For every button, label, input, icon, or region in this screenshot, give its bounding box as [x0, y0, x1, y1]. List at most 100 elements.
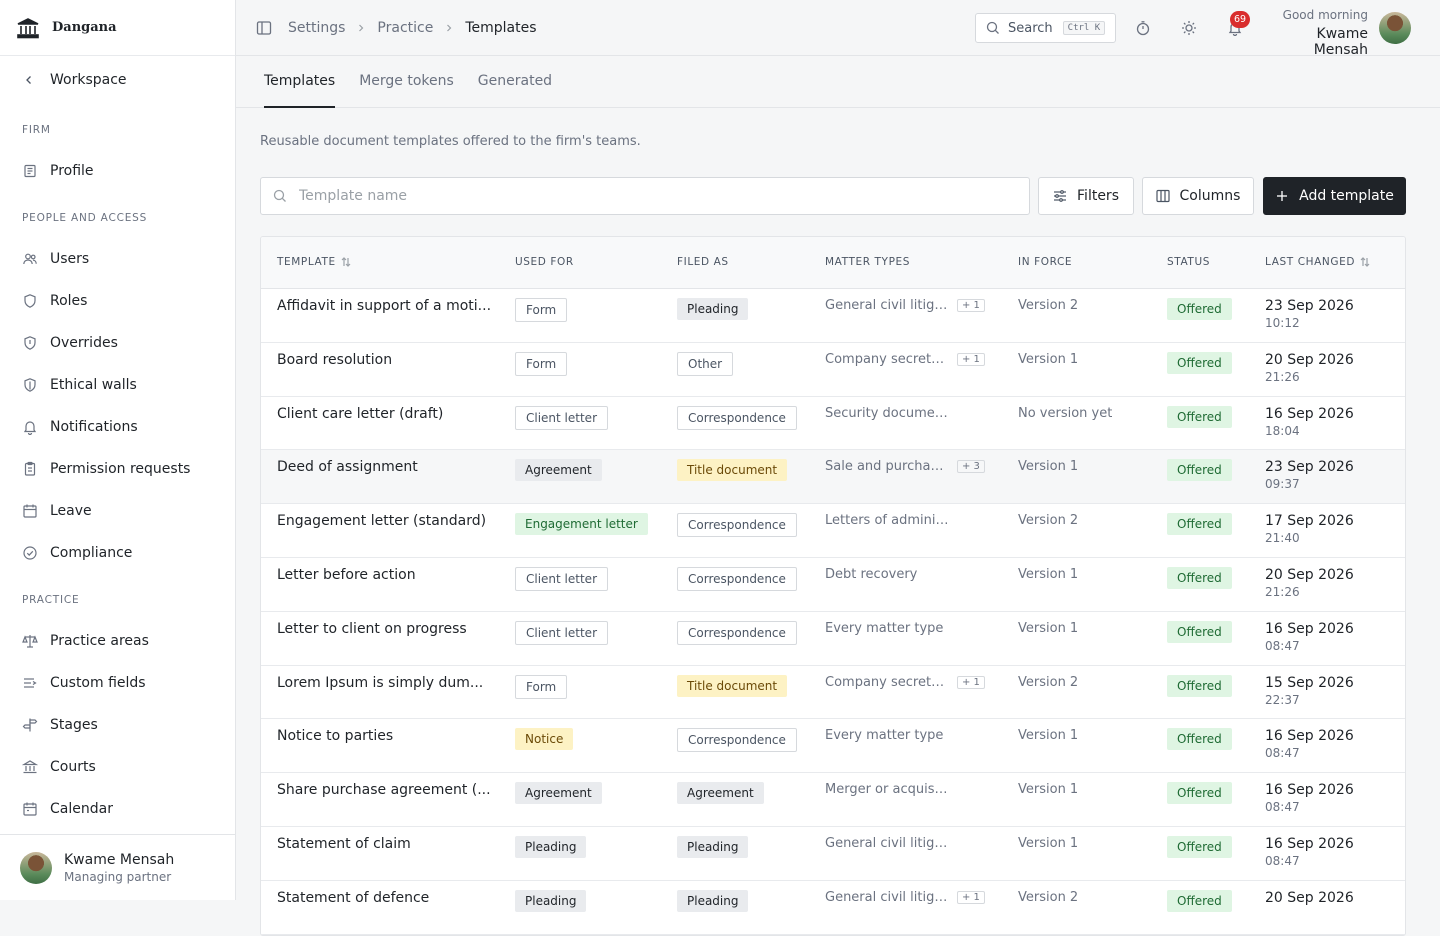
scales-icon — [22, 635, 38, 648]
table-row[interactable]: Letter before action Client letter Corresp… — [261, 558, 1405, 612]
table-row[interactable]: Client care letter (draft) Client letter C… — [261, 397, 1405, 451]
filed-as-cell: Pleading — [677, 835, 749, 858]
filters-button[interactable]: Filters — [1038, 177, 1134, 215]
filters-icon — [1054, 190, 1067, 202]
matter-types-more-badge[interactable]: + 3 — [957, 460, 985, 474]
filed-as-cell: Pleading — [677, 298, 749, 320]
sidebar-item-ethical-walls[interactable]: Ethical walls — [0, 364, 235, 406]
template-name[interactable]: Statement of claim — [277, 836, 492, 852]
used-for-cell: Form — [515, 298, 568, 322]
tab-merge-tokens[interactable]: Merge tokens — [359, 56, 454, 108]
last-changed-date: 16 Sep 2026 — [1265, 620, 1354, 637]
used-for-cell: Pleading — [515, 835, 587, 858]
sidebar-item-overrides[interactable]: Overrides — [0, 322, 235, 364]
filed-as-cell: Title document — [677, 674, 788, 697]
column-header-template[interactable]: TEMPLATE — [277, 256, 351, 268]
status-cell: Offered — [1167, 674, 1232, 697]
template-name[interactable]: Deed of assignment — [277, 459, 492, 475]
sidebar-user[interactable]: Kwame Mensah Managing partner — [0, 834, 235, 900]
table-row[interactable]: Statement of claim Pleading Pleading Genera… — [261, 827, 1405, 881]
sidebar-item-compliance[interactable]: Compliance — [0, 532, 235, 574]
filed-as-badge: Other — [677, 351, 734, 376]
sidebar-item-label: Practice areas — [50, 633, 149, 649]
matter-types-more-badge[interactable]: + 1 — [957, 299, 985, 312]
template-search-input[interactable] — [299, 188, 999, 204]
columns-button[interactable]: Columns — [1142, 177, 1254, 215]
used-for-badge: Form — [515, 674, 568, 699]
matter-types-cell: General civil litigat... + 1 — [825, 298, 985, 313]
sidebar-item-custom-fields[interactable]: Custom fields — [0, 662, 235, 704]
avatar[interactable] — [1379, 12, 1411, 44]
global-search-button[interactable]: Search Ctrl K — [975, 13, 1116, 43]
sidebar-item-practice-areas[interactable]: Practice areas — [0, 620, 235, 662]
greeting-user-name: Kwame Mensah — [1313, 26, 1368, 58]
last-changed-date: 17 Sep 2026 — [1265, 513, 1354, 530]
last-changed-date: 20 Sep 2026 — [1265, 889, 1354, 906]
sidebar-item-courts[interactable]: Courts — [0, 746, 235, 788]
template-name[interactable]: Board resolution — [277, 352, 492, 368]
sidebar-item-calendar[interactable]: Calendar — [0, 788, 235, 830]
chevron-right-icon — [447, 24, 452, 31]
sidebar-back-workspace[interactable]: Workspace — [0, 56, 235, 104]
template-name[interactable]: Lorem Ipsum is simply dum... — [277, 675, 492, 691]
sidebar-item-notifications[interactable]: Notifications — [0, 406, 235, 448]
template-name[interactable]: Notice to parties — [277, 728, 492, 744]
template-name[interactable]: Share purchase agreement (... — [277, 782, 492, 798]
status-badge: Offered — [1167, 459, 1232, 482]
table-row[interactable]: Statement of defence Pleading Pleading Gene… — [261, 881, 1405, 935]
sidebar-item-stages[interactable]: Stages — [0, 704, 235, 746]
sidebar-item-leave[interactable]: Leave — [0, 490, 235, 532]
table-row[interactable]: Board resolution Form Other Company secreta… — [261, 343, 1405, 397]
columns-icon — [1155, 189, 1170, 203]
template-name[interactable]: Engagement letter (standard) — [277, 513, 492, 529]
sidebar-item-profile[interactable]: Profile — [0, 150, 235, 192]
sidebar-section-title: FIRM — [22, 124, 51, 136]
column-header-label: TEMPLATE — [277, 256, 336, 268]
sidebar-item-label: Ethical walls — [50, 377, 137, 393]
table-row[interactable]: Lorem Ipsum is simply dum... Form Title do… — [261, 666, 1405, 720]
breadcrumb-settings[interactable]: Settings — [288, 20, 345, 36]
theme-sun-icon[interactable] — [1181, 20, 1197, 36]
table-row[interactable]: Affidavit in support of a moti... Form Ple… — [261, 289, 1405, 343]
sidebar-item-label: Profile — [50, 163, 94, 179]
brand[interactable]: Dangana — [0, 0, 235, 56]
last-changed-cell: 20 Sep 2026 21:26 — [1265, 352, 1354, 384]
add-template-button[interactable]: Add template — [1263, 177, 1406, 215]
sidebar-item-users[interactable]: Users — [0, 238, 235, 280]
greeting[interactable]: Good morning Kwame Mensah — [1262, 8, 1368, 58]
sidebar-toggle-icon[interactable] — [256, 20, 272, 36]
last-changed-date: 23 Sep 2026 — [1265, 459, 1354, 476]
in-force-version: No version yet — [1018, 405, 1113, 421]
table-row[interactable]: Engagement letter (standard) Engagement l… — [261, 504, 1405, 558]
matter-types-more-badge[interactable]: + 1 — [957, 675, 985, 689]
topbar: Settings Practice Templates Search Ctrl … — [236, 0, 1440, 58]
table-header: TEMPLATE USED FOR FILED AS MATTER TYPES IN F… — [261, 237, 1405, 289]
table-row[interactable]: Deed of assignment Agreement Title documen… — [261, 450, 1405, 505]
in-force-version: Version 1 — [1018, 566, 1079, 582]
template-name[interactable]: Statement of defence — [277, 890, 492, 906]
breadcrumb-practice[interactable]: Practice — [377, 20, 433, 36]
template-name[interactable]: Letter to client on progress — [277, 621, 492, 637]
last-changed-cell: 16 Sep 2026 08:47 — [1265, 621, 1354, 653]
sidebar-user-role: Managing partner — [64, 869, 172, 884]
tab-generated[interactable]: Generated — [478, 56, 552, 108]
status-badge: Offered — [1167, 620, 1232, 643]
sort-icon[interactable] — [1360, 256, 1370, 268]
used-for-cell: Pleading — [515, 889, 587, 912]
matter-types-more-badge[interactable]: + 1 — [957, 890, 985, 904]
last-changed-cell: 16 Sep 2026 08:47 — [1265, 782, 1354, 814]
table-row[interactable]: Share purchase agreement (... Agreement Ag… — [261, 773, 1405, 827]
template-name[interactable]: Affidavit in support of a moti... — [277, 298, 492, 314]
status-cell: Offered — [1167, 566, 1232, 589]
sort-icon[interactable] — [341, 256, 351, 268]
sidebar-item-roles[interactable]: Roles — [0, 280, 235, 322]
table-row[interactable]: Letter to client on progress Client lette… — [261, 612, 1405, 666]
timer-icon[interactable] — [1135, 20, 1151, 36]
template-name[interactable]: Letter before action — [277, 567, 492, 583]
table-row[interactable]: Notice to parties Notice Correspondence Eve… — [261, 719, 1405, 774]
template-name[interactable]: Client care letter (draft) — [277, 406, 492, 422]
sidebar-item-permission-requests[interactable]: Permission requests — [0, 448, 235, 490]
column-header-last-changed[interactable]: LAST CHANGED — [1265, 256, 1370, 268]
tab-templates[interactable]: Templates — [264, 56, 336, 108]
matter-types-more-badge[interactable]: + 1 — [957, 352, 985, 366]
